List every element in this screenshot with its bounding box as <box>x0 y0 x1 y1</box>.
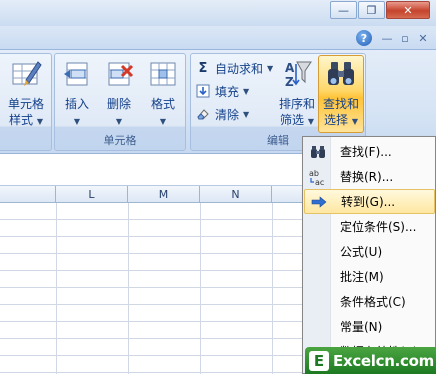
fill-label: 填充 <box>215 84 240 99</box>
insert-button[interactable]: 插入 ▼ <box>59 58 95 130</box>
column-header-partial[interactable] <box>0 186 56 203</box>
workbook-restore-button[interactable]: ▫ <box>396 32 414 45</box>
menu-item-label: 定位条件(S)... <box>340 220 417 234</box>
clear-button[interactable]: 清除 ▼ <box>195 104 249 124</box>
watermark-text: Excelcn.com <box>333 351 434 370</box>
cells-group-label: 单元格 <box>103 134 137 147</box>
find-select-menu: 查找(F)... ab ac 替换(R)... 转到(G)... 定位条件(S)… <box>302 136 436 374</box>
chevron-down-icon: ▼ <box>36 117 43 126</box>
chevron-down-icon: ▼ <box>351 117 358 126</box>
menu-item-label: 替换(R)... <box>340 170 394 184</box>
title-bar: — ❐ ✕ <box>0 0 436 26</box>
svg-text:Z: Z <box>285 75 294 89</box>
svg-text:A: A <box>285 61 295 75</box>
cell-styles-icon <box>10 58 42 90</box>
sort-filter-label-line1: 排序和 <box>278 97 315 111</box>
replace-icon: ab ac <box>304 168 332 186</box>
menu-item-goto[interactable]: 转到(G)... <box>304 189 435 214</box>
help-icon[interactable]: ? <box>356 30 372 46</box>
find-select-label-line1: 查找和 <box>322 97 359 111</box>
workbook-controls: ? — ▫ ✕ <box>356 30 432 46</box>
svg-text:ab: ab <box>309 169 319 178</box>
column-header[interactable]: N <box>200 186 272 203</box>
site-watermark: E Excelcn.com <box>305 347 436 374</box>
chevron-down-icon: ▼ <box>159 117 167 126</box>
menu-item-replace[interactable]: ab ac 替换(R)... <box>304 164 435 189</box>
goto-arrow-icon <box>305 195 333 208</box>
chevron-down-icon: ▼ <box>243 109 250 119</box>
find-select-label-line2: 选择 <box>324 113 349 127</box>
menu-item-formulas[interactable]: 公式(U) <box>304 239 435 264</box>
binoculars-icon <box>325 58 357 90</box>
find-select-button[interactable]: 查找和 选择 ▼ <box>318 55 364 133</box>
close-window-button[interactable]: ✕ <box>386 1 430 19</box>
styles-group-partial: 单元格 样式 ▼ <box>0 53 52 151</box>
chevron-down-icon: ▼ <box>243 86 250 96</box>
menu-item-label: 条件格式(C) <box>340 295 406 309</box>
column-header[interactable]: L <box>56 186 128 203</box>
fill-button[interactable]: 填充 ▼ <box>195 81 249 101</box>
ribbon-tab-strip: ? — ▫ ✕ <box>0 26 436 50</box>
menu-item-label: 批注(M) <box>340 270 384 284</box>
sort-az-icon: A Z <box>281 58 313 90</box>
sort-filter-button[interactable]: A Z 排序和 筛选 ▼ <box>277 58 317 130</box>
cell-styles-label-line1: 单元格 <box>7 97 44 111</box>
menu-item-label: 转到(G)... <box>341 195 396 209</box>
menu-item-label: 常量(N) <box>340 320 383 334</box>
column-gridline <box>56 203 57 374</box>
column-gridline <box>128 203 129 374</box>
watermark-logo-icon: E <box>309 350 329 371</box>
chevron-down-icon: ▼ <box>73 117 81 126</box>
menu-item-find[interactable]: 查找(F)... <box>304 139 435 164</box>
menu-item-conditional-formatting[interactable]: 条件格式(C) <box>304 289 435 314</box>
restore-window-button[interactable]: ❐ <box>358 1 385 19</box>
delete-cells-icon <box>103 58 135 90</box>
window-controls: — ❐ ✕ <box>329 1 430 19</box>
autosum-button[interactable]: Σ 自动求和 ▼ <box>195 58 274 78</box>
format-cells-icon <box>147 58 179 90</box>
column-gridline <box>272 203 273 374</box>
column-gridline <box>200 203 201 374</box>
cells-group: 插入 ▼ 删除 ▼ 格式 ▼ 单元格 <box>54 53 186 151</box>
chevron-down-icon: ▼ <box>115 117 123 126</box>
workbook-minimize-button[interactable]: — <box>378 32 396 45</box>
menu-item-label: 公式(U) <box>340 245 383 259</box>
cell-styles-button[interactable]: 单元格 样式 ▼ <box>1 58 51 130</box>
autosum-label: 自动求和 <box>215 61 264 76</box>
svg-text:ac: ac <box>315 178 324 186</box>
format-button[interactable]: 格式 ▼ <box>143 58 183 130</box>
fill-down-icon <box>195 83 211 99</box>
minimize-window-button[interactable]: — <box>330 1 357 19</box>
binoculars-icon <box>304 145 332 159</box>
insert-cells-icon <box>61 58 93 90</box>
chevron-down-icon: ▼ <box>267 63 274 73</box>
delete-label: 删除 <box>106 97 131 111</box>
sort-filter-label-line2: 筛选 <box>280 113 305 127</box>
menu-item-comments[interactable]: 批注(M) <box>304 264 435 289</box>
menu-item-goto-special[interactable]: 定位条件(S)... <box>304 214 435 239</box>
column-header[interactable]: M <box>128 186 200 203</box>
sigma-icon: Σ <box>198 60 208 76</box>
eraser-icon <box>195 106 211 122</box>
workbook-close-button[interactable]: ✕ <box>414 32 432 45</box>
menu-item-label: 查找(F)... <box>340 145 392 159</box>
format-label: 格式 <box>150 97 175 111</box>
delete-button[interactable]: 删除 ▼ <box>101 58 137 130</box>
insert-label: 插入 <box>64 97 89 111</box>
clear-label: 清除 <box>215 107 240 122</box>
menu-item-constants[interactable]: 常量(N) <box>304 314 435 339</box>
cell-styles-label-line2: 样式 <box>9 113 34 127</box>
chevron-down-icon: ▼ <box>307 117 314 126</box>
